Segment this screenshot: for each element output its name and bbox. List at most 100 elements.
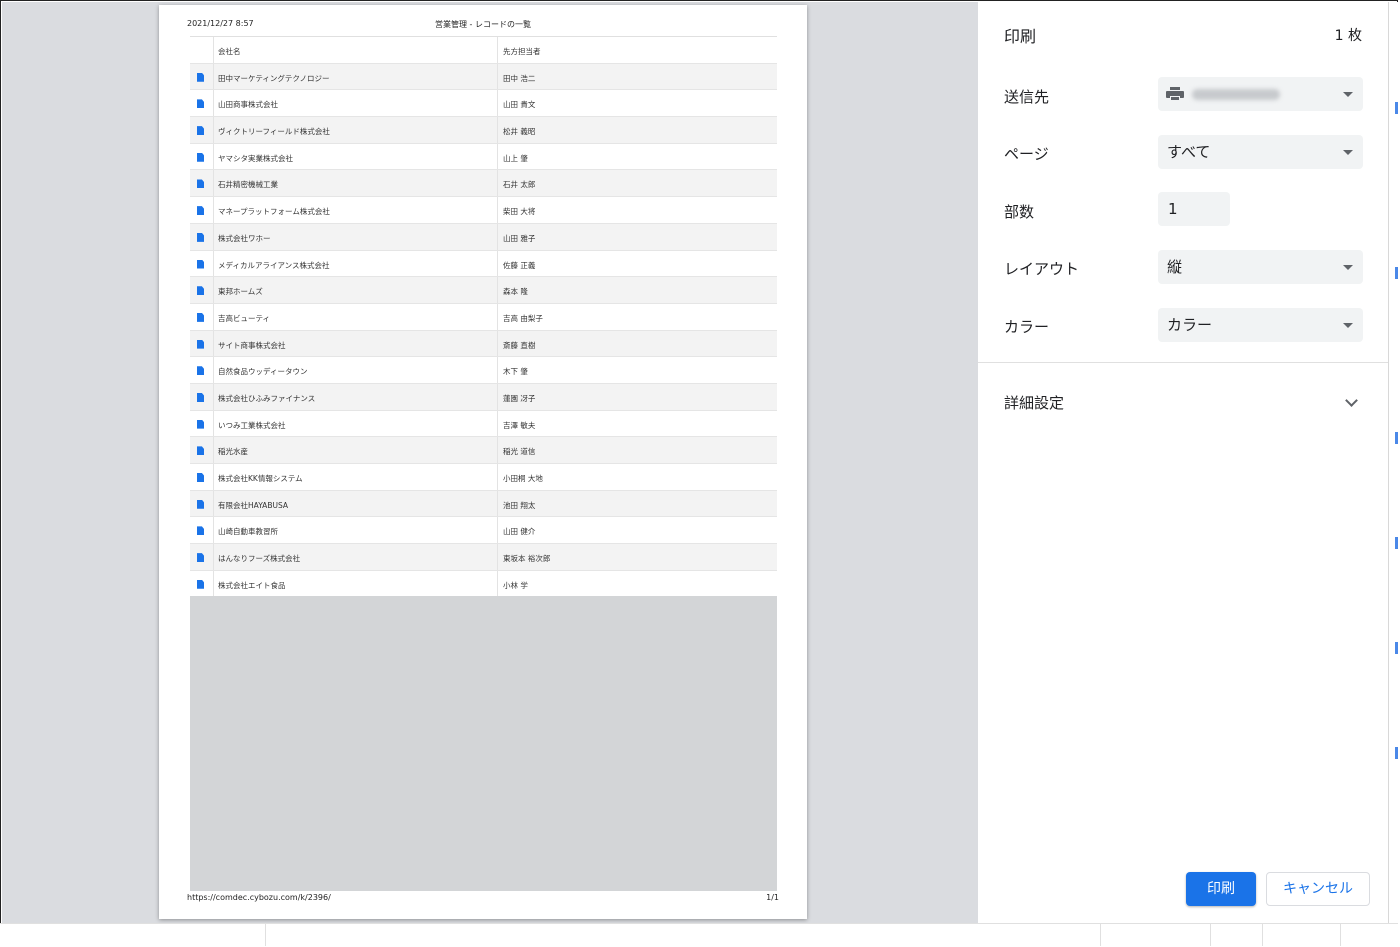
document-icon [197,286,204,296]
company-name: いつみ工業株式会社 [218,420,286,430]
contact-name: 斎藤 直樹 [503,340,536,350]
company-name: マネープラットフォーム株式会社 [218,207,330,217]
contact-name: 蓮園 冴子 [503,393,536,403]
record-icon-cell [190,570,214,597]
record-icon-cell [190,90,214,117]
contact-name: 山上 肇 [503,153,528,163]
dropdown-caret-icon [1343,265,1353,270]
color-label: カラー [1004,318,1050,336]
contact-name: 小田桐 大地 [503,474,543,483]
table-row: 山田商事株式会社 山田 貴文 [190,89,777,117]
record-icon-cell [190,410,214,437]
document-icon [197,366,204,376]
contact-name: 山田 貴文 [503,100,536,110]
contact-name: 池田 翔太 [503,500,536,510]
company-name: 株式会社エイト食品 [218,580,286,590]
print-settings-panel: 印刷 1 枚 送信先 ページ すべて 部数 1 レイアウト 縦 カラー カラー … [978,2,1388,923]
document-icon [197,259,204,269]
document-icon [197,499,204,509]
contact-name: 吉高 由梨子 [503,313,543,323]
destination-select[interactable] [1158,77,1363,111]
company-name: サイト商事株式会社 [218,340,286,350]
more-settings-toggle[interactable]: 詳細設定 [978,382,1388,422]
record-icon-cell [190,117,214,143]
table-row: 吉高ビューティ 吉高 由梨子 [190,302,777,330]
table-row: 稲光水産 稲光 道信 [190,436,777,463]
document-icon [197,553,204,563]
contact-name: 石井 太郎 [503,180,536,190]
table-row: 株式会社ひふみファイナンス 蓮園 冴子 [190,382,777,410]
preview-page: 2021/12/27 8:57 営業管理 - レコードの一覧 会社名 先方担当者… [159,5,807,919]
document-icon [197,312,204,322]
layout-value: 縦 [1167,258,1183,276]
print-button[interactable]: 印刷 [1186,872,1256,906]
copies-label: 部数 [1004,203,1035,221]
table-row: 株式会社エイト食品 小林 学 [190,569,777,597]
table-row: 株式会社ワホー 山田 雅子 [190,222,777,250]
table-header-row: 会社名 先方担当者 [190,36,777,63]
company-name: はんなりフーズ株式会社 [218,554,301,564]
more-settings-label: 詳細設定 [1004,394,1065,412]
document-icon [197,526,204,536]
company-name: 吉高ビューティ [218,313,271,323]
pages-select[interactable]: すべて [1158,135,1363,169]
settings-divider [978,362,1388,363]
contact-name: 柴田 大将 [503,207,536,217]
layout-select[interactable]: 縦 [1158,250,1363,284]
company-name: 株式会社KK情報システム [218,474,303,483]
document-icon [197,446,204,456]
record-icon-cell [190,170,214,197]
document-icon [197,419,204,429]
company-name: 有限会社HAYABUSA [218,500,288,510]
company-name: 自然食品ウッディータウン [218,367,308,377]
record-icon-cell [190,464,214,490]
company-name: 稲光水産 [218,447,248,457]
contact-name: 佐藤 正義 [503,260,536,270]
document-icon [197,72,204,82]
document-icon [197,152,204,162]
company-name: 田中マーケティングテクノロジー [218,73,330,83]
document-icon [197,579,204,589]
cancel-button[interactable]: キャンセル [1266,872,1370,906]
color-select[interactable]: カラー [1158,308,1363,342]
company-name: 株式会社ワホー [218,233,271,243]
table-row: ヤマシタ実業株式会社 山上 肇 [190,142,777,170]
contact-name: 山田 雅子 [503,233,536,243]
page-url: https://comdec.cybozu.com/k/2396/ [187,893,331,902]
copies-input[interactable]: 1 [1158,192,1230,226]
table-row: 石井精密機械工業 石井 太郎 [190,169,777,197]
company-name: メディカルアライアンス株式会社 [218,260,330,270]
dropdown-caret-icon [1343,92,1353,97]
record-icon-cell [190,143,214,170]
table-row: マネープラットフォーム株式会社 柴田 大将 [190,196,777,223]
contact-name: 山田 健介 [503,527,536,537]
company-name: ヴィクトリーフィールド株式会社 [218,127,330,137]
document-icon [197,179,204,189]
company-name: 山崎自動車教習所 [218,527,278,537]
record-icon-cell [190,250,214,277]
record-table-area: 会社名 先方担当者 田中マーケティングテクノロジー 田中 浩二 山田商事株式会社 山田… [190,36,777,891]
column-header-company: 会社名 [218,47,241,56]
document-icon [197,126,204,136]
contact-name: 森本 隆 [503,287,528,297]
destination-value-redacted [1192,89,1280,100]
record-icon-cell [190,490,214,517]
sheet-count: 1 枚 [1334,28,1362,44]
record-icon-cell [190,330,214,357]
print-dialog-title: 印刷 [1004,27,1037,46]
chevron-down-icon [1345,394,1358,407]
destination-label: 送信先 [1004,88,1050,106]
table-row: メディカルアライアンス株式会社 佐藤 正義 [190,249,777,277]
table-row: 田中マーケティングテクノロジー 田中 浩二 [190,62,777,90]
dropdown-caret-icon [1343,150,1353,155]
print-preview-area[interactable]: 2021/12/27 8:57 営業管理 - レコードの一覧 会社名 先方担当者… [2,2,978,923]
record-icon-cell [190,357,214,383]
record-icon-cell [190,437,214,463]
company-name: ヤマシタ実業株式会社 [218,153,293,163]
company-name: 株式会社ひふみファイナンス [218,393,316,403]
printer-icon [1166,87,1184,101]
document-icon [197,473,204,482]
table-row: 株式会社KK情報システム 小田桐 大地 [190,463,777,490]
table-row: サイト商事株式会社 斎藤 直樹 [190,329,777,357]
background-page-edge [1388,2,1398,923]
